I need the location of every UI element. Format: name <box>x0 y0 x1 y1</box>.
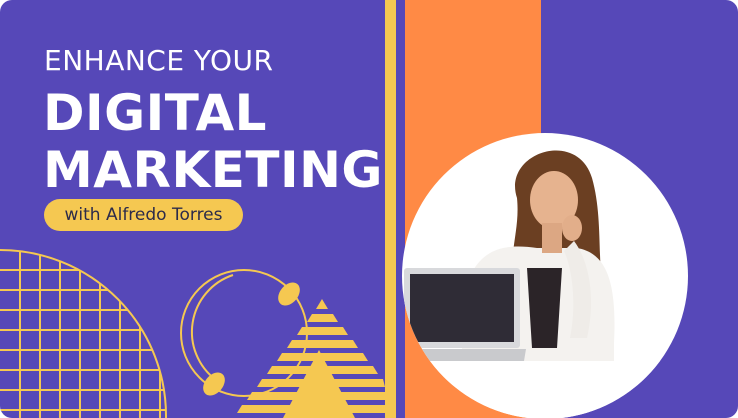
woman-with-laptop-photo <box>402 150 688 418</box>
ring-cap-bottom <box>203 372 225 396</box>
striped-triangle <box>237 299 385 413</box>
gold-stripe <box>385 0 396 418</box>
presenter-pill: with Alfredo Torres <box>44 199 243 231</box>
presenter-label: with Alfredo Torres <box>64 205 223 225</box>
course-banner: ENHANCE YOUR DIGITAL MARKETING with Alfr… <box>0 0 738 418</box>
outline-ring <box>180 269 308 397</box>
solid-triangle <box>283 350 355 418</box>
presenter-photo-circle <box>402 133 688 418</box>
headline-line-1: ENHANCE YOUR <box>44 44 274 77</box>
ring-cap-top <box>278 282 300 306</box>
grid-arc <box>0 249 168 418</box>
purple-gap <box>396 0 405 418</box>
headline-line-2: DIGITAL <box>43 84 268 142</box>
headline-line-3: MARKETING <box>43 141 383 199</box>
grid-quarter-circle <box>0 250 167 418</box>
inner-arc <box>190 274 234 381</box>
